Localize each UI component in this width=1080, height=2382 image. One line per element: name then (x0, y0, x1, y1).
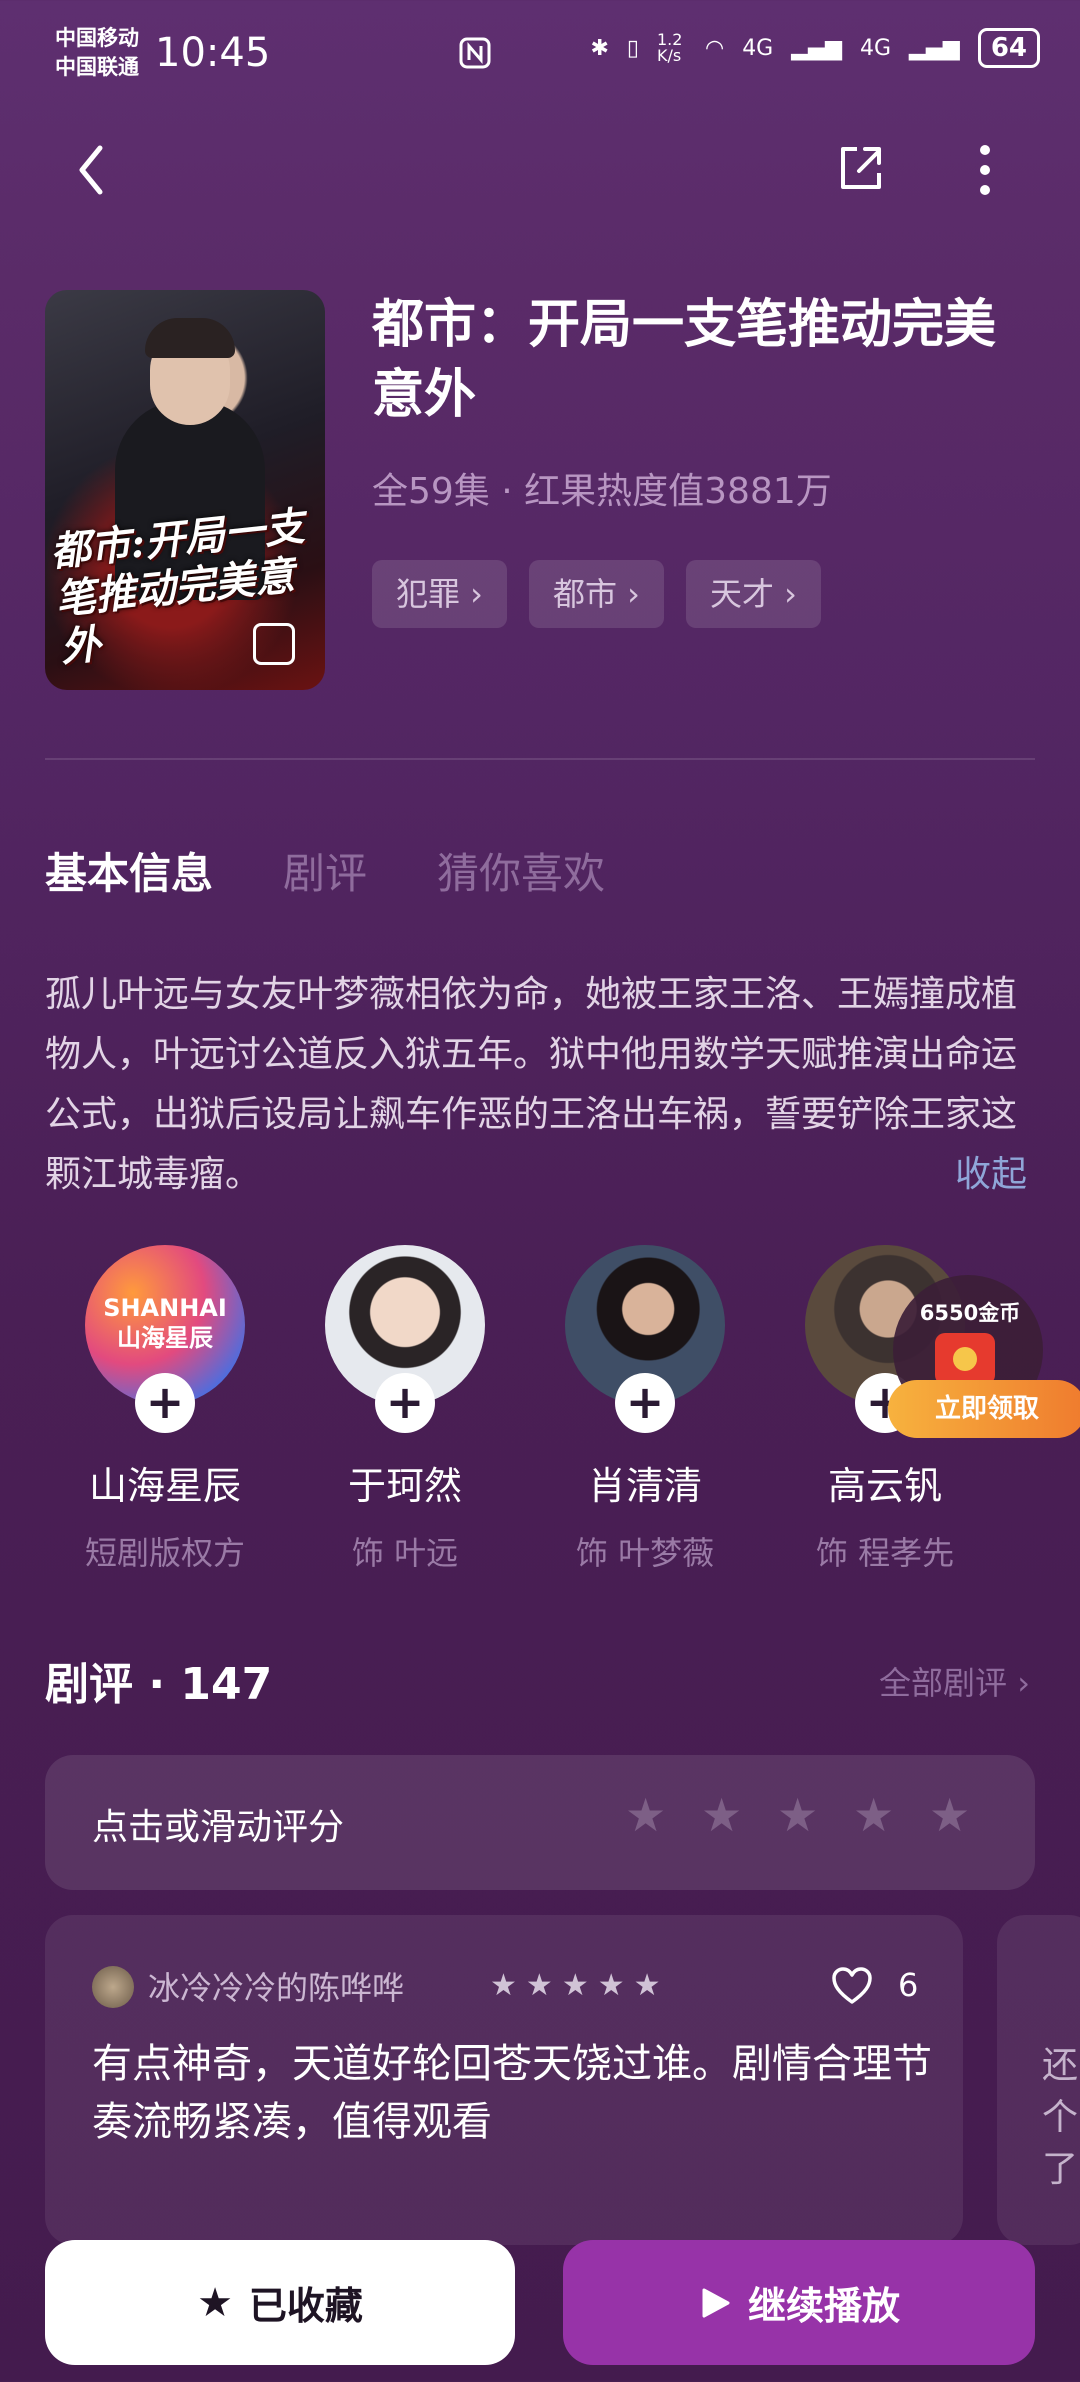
avatar-logo-text: SHANHAI 山海星辰 (103, 1294, 227, 1352)
cast-role: 饰 叶远 (351, 1534, 459, 1572)
favorite-label: 已收藏 (248, 2284, 363, 2328)
bluetooth-icon: ✱ (590, 35, 609, 61)
envelope-seal-icon (953, 1347, 977, 1371)
collapse-link[interactable]: 收起 (955, 1153, 1027, 1197)
play-label: 继续播放 (747, 2284, 900, 2328)
tag-urban[interactable]: 都市 › (528, 560, 664, 628)
cast-name: 山海星辰 (88, 1464, 241, 1508)
carrier-labels: 中国移动 中国联通 (55, 24, 139, 82)
heart-icon[interactable] (830, 1966, 874, 2006)
poster-hair (145, 318, 235, 358)
rating-prompt: 点击或滑动评分 (92, 1807, 345, 1848)
tab-basic-info[interactable]: 基本信息 (45, 840, 213, 901)
battery-indicator: 64 (977, 28, 1040, 68)
vibrate-icon: ▯ (626, 35, 639, 61)
more-icon[interactable] (975, 142, 995, 198)
cast-item[interactable]: SHANHAI 山海星辰 + 山海星辰 短剧版权方 (45, 1245, 285, 1574)
tab-recommendations[interactable]: 猜你喜欢 (437, 840, 605, 901)
star-icon: ★ (490, 1968, 517, 2003)
cast-item[interactable]: + 肖清清 饰 叶梦薇 (525, 1245, 765, 1574)
cast-name: 肖清清 (587, 1464, 702, 1508)
cast-name: 高云钒 (827, 1464, 942, 1508)
carrier-1: 中国移动 (55, 26, 139, 50)
reviewer-name[interactable]: 冰冷冷冷的陈哗哗 (148, 1963, 404, 2009)
drama-meta: 全59集 · 红果热度值3881万 (372, 471, 832, 512)
header-divider (45, 758, 1035, 760)
star-icon[interactable]: ★ (853, 1792, 897, 1838)
rating-stars[interactable]: ★ ★ ★ ★ ★ (625, 1792, 973, 1838)
claim-button[interactable]: 立即领取 (888, 1380, 1080, 1438)
promo-coins: 6550金币 (919, 1301, 1021, 1325)
review-stars: ★ ★ ★ ★ ★ (490, 1968, 661, 2004)
all-reviews-link[interactable]: 全部剧评 › (879, 1658, 1030, 1704)
avatar[interactable]: SHANHAI 山海星辰 + (85, 1245, 245, 1433)
tag-list: 犯罪 › 都市 › 天才 › (372, 560, 821, 628)
tab-bar: 基本信息 剧评 猜你喜欢 (45, 840, 605, 901)
play-icon (702, 2288, 730, 2317)
nfc-icon (459, 37, 491, 69)
star-icon: ★ (525, 1968, 553, 2003)
follow-plus-icon[interactable]: + (615, 1373, 675, 1433)
follow-plus-icon[interactable]: + (135, 1373, 195, 1433)
avatar[interactable]: + (565, 1245, 725, 1433)
star-icon[interactable]: ★ (777, 1792, 821, 1838)
status-time: 10:45 (155, 30, 271, 76)
favorite-button[interactable]: ★ 已收藏 (45, 2240, 515, 2365)
carrier-2: 中国联通 (55, 55, 139, 79)
reviewer-avatar[interactable] (92, 1966, 134, 2008)
network-type-1: 4G (742, 35, 774, 61)
cast-role: 饰 叶梦薇 (575, 1534, 715, 1572)
avatar[interactable]: + (325, 1245, 485, 1433)
poster-badge-icon (253, 623, 295, 665)
star-icon: ★ (597, 1968, 625, 2003)
star-icon[interactable]: ★ (929, 1792, 973, 1838)
continue-play-button[interactable]: 继续播放 (563, 2240, 1035, 2365)
cast-role: 短剧版权方 (84, 1534, 245, 1572)
status-icons: ✱ ▯ 1.2 K/s ◠ 4G ▂▄▆ 4G ▂▄▆ 64 (590, 28, 1040, 68)
star-icon: ★ (197, 2279, 233, 2326)
next-review-preview: 还个了 (1042, 2045, 1079, 2190)
star-icon: ★ (561, 1968, 589, 2003)
network-speed: 1.2 K/s (656, 30, 683, 65)
cast-name: 于珂然 (347, 1464, 462, 1508)
signal-icon-1: ▂▄▆ (791, 35, 842, 61)
synopsis-text: 孤儿叶远与女友叶梦薇相依为命，她被王家王洛、王嫣撞成植物人，叶远讨公道反入狱五年… (45, 974, 1018, 1195)
back-icon[interactable] (70, 140, 120, 200)
tag-genius[interactable]: 天才 › (685, 560, 821, 628)
drama-title: 都市：开局一支笔推动完美意外 (372, 295, 997, 425)
tab-reviews[interactable]: 剧评 (283, 840, 367, 901)
tag-crime[interactable]: 犯罪 › (372, 560, 507, 628)
reviews-heading: 剧评 · 147 (45, 1659, 273, 1710)
like-count: 6 (898, 1966, 919, 2004)
star-icon: ★ (633, 1968, 661, 2003)
signal-icon-2: ▂▄▆ (909, 35, 960, 61)
network-type-2: 4G (860, 35, 892, 61)
review-text: 有点神奇，天道好轮回苍天饶过谁。剧情合理节奏流畅紧凑，值得观看 (92, 2041, 932, 2145)
star-icon[interactable]: ★ (625, 1792, 669, 1838)
star-icon[interactable]: ★ (701, 1792, 745, 1838)
cast-item[interactable]: + 于珂然 饰 叶远 (285, 1245, 525, 1574)
drama-poster[interactable]: 都市:开局一支笔推动完美意外 (45, 290, 325, 690)
follow-plus-icon[interactable]: + (375, 1373, 435, 1433)
share-icon[interactable] (835, 143, 885, 193)
wifi-icon: ◠ (704, 35, 725, 61)
cast-role: 饰 程孝先 (815, 1534, 955, 1572)
